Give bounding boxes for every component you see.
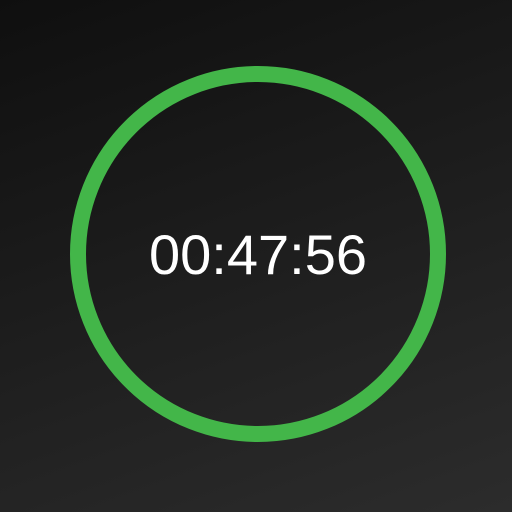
time-remaining-text: 00:47:56 <box>149 223 367 286</box>
countdown-timer: 00:47:56 <box>0 0 512 512</box>
